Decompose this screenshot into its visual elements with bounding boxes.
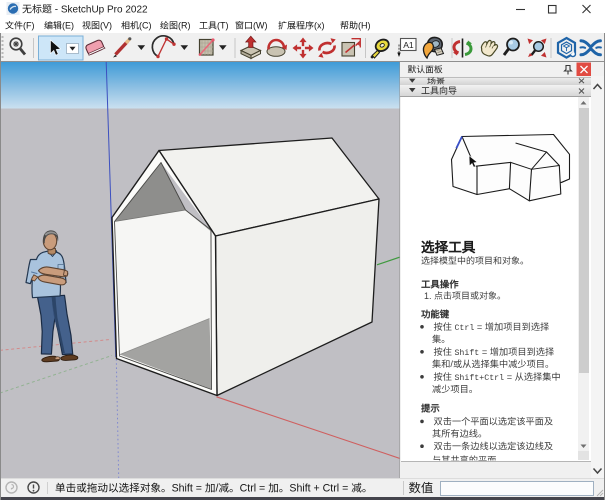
svg-text:1.: 1. — [424, 291, 432, 301]
svg-text:(V): (V) — [100, 21, 112, 31]
svg-text:Shift =: Shift = — [172, 483, 202, 495]
svg-text:=: = — [477, 322, 482, 332]
svg-text:(T): (T) — [217, 21, 229, 31]
svg-text:(x): (x) — [314, 21, 325, 31]
svg-text:- SketchUp Pro 2022: - SketchUp Pro 2022 — [55, 5, 148, 16]
svg-text:=: = — [482, 347, 487, 357]
svg-text:Ctrl: Ctrl — [454, 323, 474, 333]
svg-text:Ctrl =: Ctrl = — [240, 483, 266, 495]
svg-text:Shift+Ctrl: Shift+Ctrl — [454, 373, 504, 383]
svg-text:(C): (C) — [139, 21, 152, 31]
svg-text:Shift + Ctrl =: Shift + Ctrl = — [289, 483, 348, 495]
svg-text:(R): (R) — [178, 21, 191, 31]
svg-text:/: / — [215, 483, 218, 495]
svg-text:(H): (H) — [358, 21, 371, 31]
svg-text:A1: A1 — [403, 40, 414, 50]
svg-text:/: / — [450, 359, 453, 369]
svg-text:Shift: Shift — [454, 348, 479, 358]
svg-text:(F): (F) — [23, 21, 35, 31]
svg-text:(W): (W) — [253, 21, 268, 31]
svg-text:(E): (E) — [62, 21, 74, 31]
svg-text:=: = — [507, 372, 512, 382]
